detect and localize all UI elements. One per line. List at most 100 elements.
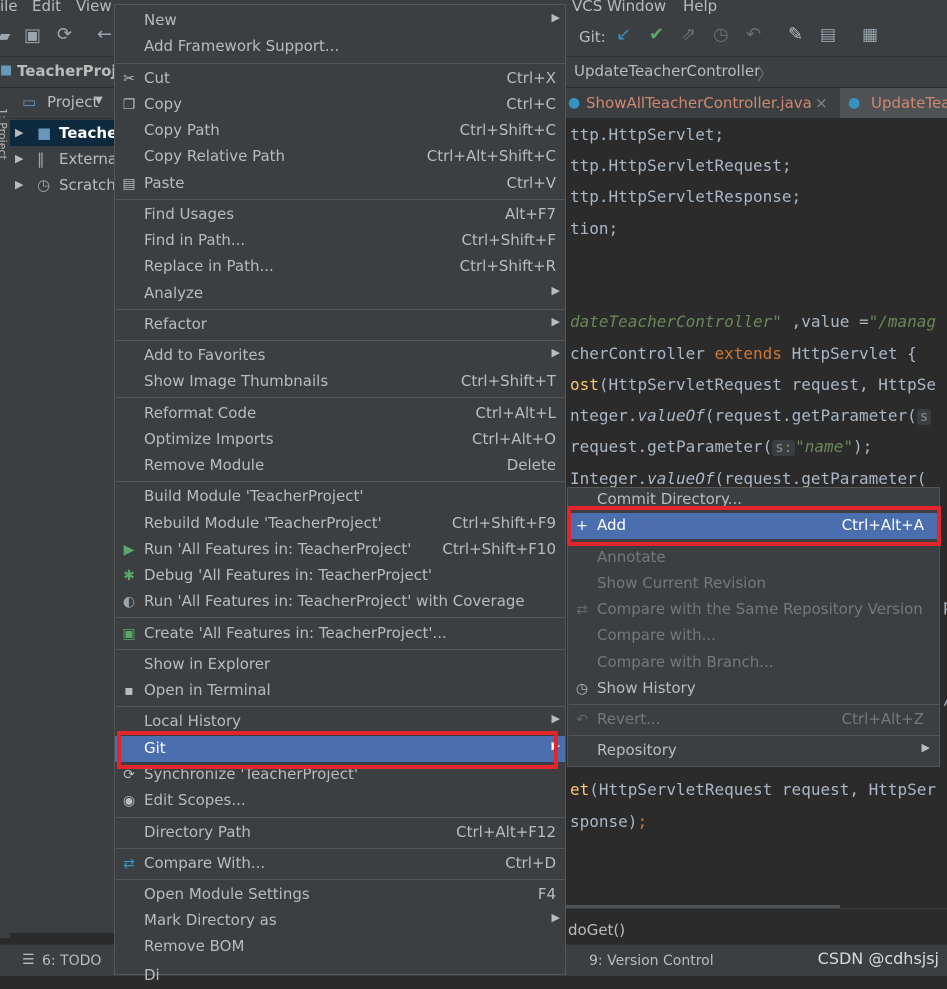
menu-item-show-current-revision[interactable]: Show Current Revision	[568, 571, 939, 597]
compare-icon: ⇄	[576, 602, 588, 618]
tab-update-teacher[interactable]: ● UpdateTea	[840, 88, 947, 121]
menu-item-find-usages[interactable]: Find Usages Alt+F7	[115, 202, 565, 228]
project-view-icon: ▭	[22, 93, 37, 111]
menu-help[interactable]: Help	[683, 0, 717, 15]
menu-item-analyze[interactable]: Analyze ▶	[115, 281, 565, 307]
sync-icon[interactable]: ⟳	[57, 24, 72, 45]
menu-item-copy-path[interactable]: Copy Path Ctrl+Shift+C	[115, 118, 565, 144]
menu-item-refactor[interactable]: Refactor ▶	[115, 312, 565, 338]
menu-separator	[116, 879, 565, 880]
compare-icon: ⇄	[123, 856, 135, 872]
scope-icon: ◉	[122, 793, 136, 809]
menu-item-copy-relative-path[interactable]: Copy Relative Path Ctrl+Alt+Shift+C	[115, 144, 565, 170]
chevron-down-icon[interactable]: ▼	[95, 95, 103, 106]
tree-item-teacher[interactable]: ▶ ■ Teache	[10, 120, 115, 146]
menu-edit[interactable]: Edit	[32, 0, 61, 15]
menu-item-paste[interactable]: ▤ Paste Ctrl+V	[115, 171, 565, 197]
open-folder-icon[interactable]: ▰	[0, 26, 10, 45]
menu-item-cut[interactable]: ✂ Cut Ctrl+X	[115, 66, 565, 92]
menu-separator	[116, 817, 565, 818]
menu-item-add-framework[interactable]: Add Framework Support...	[115, 34, 565, 60]
menu-item-add-favorites[interactable]: Add to Favorites ▶	[115, 343, 565, 369]
menu-item-debug[interactable]: ✱ Debug 'All Features in: TeacherProject'	[115, 563, 565, 589]
save-icon[interactable]: ▣	[24, 25, 41, 46]
menu-item-compare-with-branch[interactable]: Compare with Branch...	[568, 650, 939, 676]
menu-item-mark-directory[interactable]: Mark Directory as ▶	[115, 908, 565, 934]
git-toolbar-label: Git:	[579, 28, 606, 46]
menu-separator	[116, 63, 565, 64]
menu-item-replace-in-path[interactable]: Replace in Path... Ctrl+Shift+R	[115, 254, 565, 280]
tree-item-external[interactable]: ▶ ‖ Externa	[10, 146, 115, 172]
menu-vcs[interactable]: VCS	[572, 0, 602, 15]
menu-item-rebuild-module[interactable]: Rebuild Module 'TeacherProject' Ctrl+Shif…	[115, 511, 565, 537]
menu-item-repository[interactable]: Repository ▶	[568, 738, 939, 764]
menu-item-run-coverage[interactable]: ◐ Run 'All Features in: TeacherProject' w…	[115, 589, 565, 615]
menu-item-run[interactable]: ▶ Run 'All Features in: TeacherProject' Ct…	[115, 537, 565, 563]
menu-item-copy[interactable]: ❐ Copy Ctrl+C	[115, 92, 565, 118]
method-breadcrumb[interactable]: doGet()	[568, 921, 625, 939]
menu-item-compare-with[interactable]: ⇄ Compare With... Ctrl+D	[115, 851, 565, 877]
menu-item-compare-with[interactable]: Compare with...	[568, 623, 939, 649]
code-line: sponse);	[570, 812, 648, 831]
menu-item-edit-scopes[interactable]: ◉ Edit Scopes...	[115, 788, 565, 814]
menu-item-find-in-path[interactable]: Find in Path... Ctrl+Shift+F	[115, 228, 565, 254]
menu-item-directory-path[interactable]: Directory Path Ctrl+Alt+F12	[115, 820, 565, 846]
close-icon[interactable]: ×	[815, 88, 828, 118]
revert-icon: ↶	[576, 712, 588, 728]
breadcrumb[interactable]: UpdateTeacherController	[574, 62, 760, 80]
run-icon: ▶	[123, 542, 135, 558]
code-line: tion;	[570, 219, 619, 238]
menu-item-reformat-code[interactable]: Reformat Code Ctrl+Alt+L	[115, 401, 565, 427]
code-line: et(HttpServletRequest request, HttpSer	[570, 780, 937, 799]
todo-tab[interactable]: 6: TODO	[42, 953, 101, 969]
code-line: ttp.HttpServletRequest;	[570, 156, 792, 175]
menu-item-show-in-explorer[interactable]: Show in Explorer	[115, 652, 565, 678]
menu-item-module-settings[interactable]: Open Module Settings F4	[115, 882, 565, 908]
menu-view[interactable]: View	[76, 0, 112, 15]
menu-item-open-terminal[interactable]: ▪ Open in Terminal	[115, 678, 565, 704]
menu-item-show-history[interactable]: ◷ Show History	[568, 676, 939, 702]
java-class-icon: ●	[848, 95, 861, 111]
project-tool-tab[interactable]: 1: Project	[0, 108, 9, 160]
git-push-icon[interactable]: ⇗	[681, 24, 696, 45]
git-update-icon[interactable]: ↙	[616, 24, 631, 45]
menu-item-revert[interactable]: ↶ Revert... Ctrl+Alt+Z	[568, 707, 939, 733]
menu-item-optimize-imports[interactable]: Optimize Imports Ctrl+Alt+O	[115, 427, 565, 453]
highlight-box-git	[117, 731, 558, 769]
git-rollback-icon[interactable]: ↶	[746, 24, 761, 45]
project-view-dropdown[interactable]: Project	[47, 93, 98, 111]
menu-file[interactable]: ile	[0, 0, 18, 15]
menu-item-show-thumbnails[interactable]: Show Image Thumbnails Ctrl+Shift+T	[115, 369, 565, 395]
menu-window[interactable]: Window	[607, 0, 666, 15]
coverage-icon: ◐	[122, 594, 136, 610]
project-structure-icon[interactable]: ▤	[820, 25, 836, 45]
project-panel: ▭ Project ▼ ▶ ■ Teache ▶ ‖ Externa ▶ ◷ S…	[10, 88, 115, 933]
chevron-right-icon: ▶	[551, 346, 560, 359]
menu-item-annotate[interactable]: Annotate	[568, 545, 939, 571]
tab-show-all-teacher[interactable]: ● ShowAllTeacherController.java ×	[560, 88, 838, 121]
menu-separator	[116, 199, 565, 200]
highlight-box-add	[567, 506, 941, 546]
menu-item-build-module[interactable]: Build Module 'TeacherProject'	[115, 484, 565, 510]
back-arrow-icon[interactable]: ←	[97, 24, 112, 45]
menu-item-new[interactable]: New ▶	[115, 8, 565, 34]
menu-item-remove-module[interactable]: Remove Module Delete	[115, 453, 565, 479]
menu-item-diagrams[interactable]: Di	[115, 963, 565, 989]
wrench-icon[interactable]: ✎	[788, 24, 803, 45]
menu-separator	[116, 309, 565, 310]
chevron-right-icon: ▶	[921, 741, 930, 754]
menu-item-create-config[interactable]: ▣ Create 'All Features in: TeacherProject…	[115, 621, 565, 647]
scratch-icon: ◷	[37, 176, 51, 194]
project-title[interactable]: TeacherProje	[17, 62, 127, 80]
terminal-icon: ▪	[124, 683, 134, 699]
chevron-right-icon: ▶	[551, 284, 560, 297]
version-control-tab[interactable]: 9: Version Control	[589, 953, 714, 969]
menu-item-remove-bom[interactable]: Remove BOM	[115, 934, 565, 960]
menu-item-compare-same-version[interactable]: ⇄ Compare with the Same Repository Versio…	[568, 597, 939, 623]
code-fragment: /	[943, 689, 947, 708]
git-commit-icon[interactable]: ✔	[649, 24, 664, 45]
tree-item-scratch[interactable]: ▶ ◷ Scratch	[10, 172, 115, 198]
chevron-right-icon: ▶	[551, 911, 560, 924]
git-history-icon[interactable]: ◷	[713, 24, 729, 45]
layout-icon[interactable]: ▦	[862, 25, 878, 45]
